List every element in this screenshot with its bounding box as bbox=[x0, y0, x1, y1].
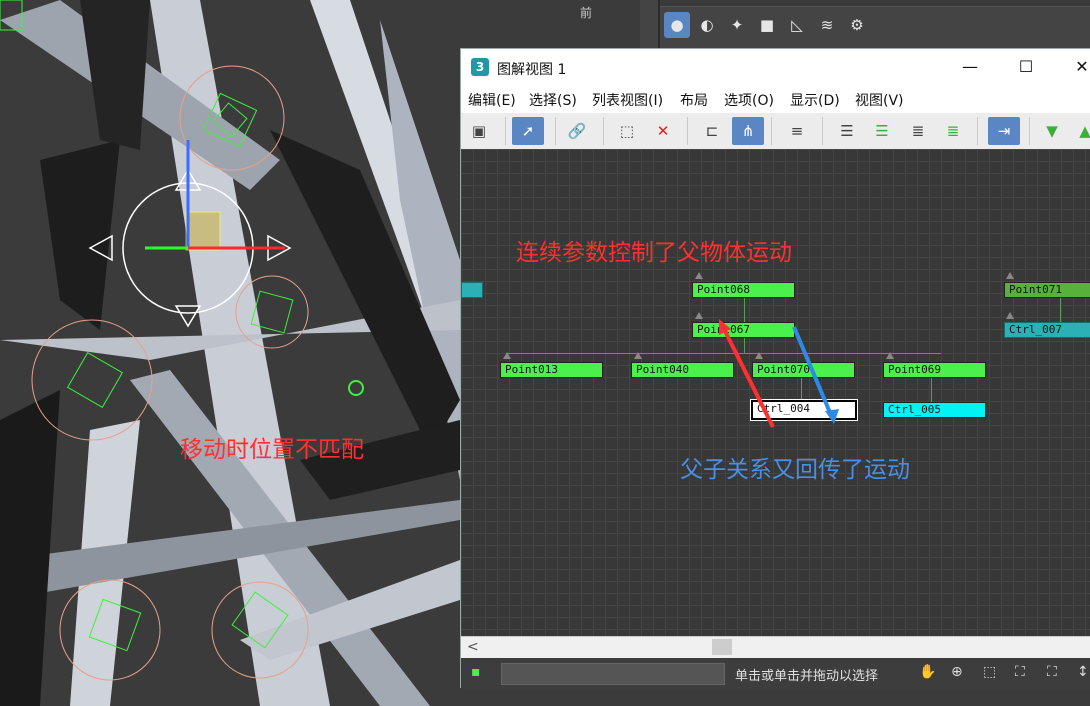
title-bar[interactable]: 3 图解视图 1 — ☐ ✕ bbox=[461, 49, 1090, 87]
align-center-icon[interactable]: ☰ bbox=[866, 117, 898, 145]
light-icon[interactable]: ✦ bbox=[724, 12, 750, 38]
zoom-region-icon[interactable]: ⬚ bbox=[983, 664, 996, 680]
scroll-left-icon[interactable]: < bbox=[467, 639, 479, 655]
schematic-canvas[interactable]: Point068 Point071 Point067 Ctrl_007 Poin… bbox=[461, 149, 1090, 636]
pan-hand-icon[interactable]: ✋ bbox=[919, 664, 936, 680]
camera-icon[interactable]: ■ bbox=[754, 12, 780, 38]
toolbar-separator bbox=[1029, 117, 1030, 145]
menu-select[interactable]: 选择(S) bbox=[529, 90, 577, 110]
align-right-icon[interactable]: ≣ bbox=[902, 117, 934, 145]
toolbar-separator bbox=[822, 117, 823, 145]
viewcube-label: 前 bbox=[580, 6, 593, 20]
align-bottom-icon[interactable]: ≣ bbox=[937, 117, 969, 145]
hierarchy-mode-icon[interactable]: ⊏ bbox=[696, 117, 728, 145]
menu-bar: 编辑(E) 选择(S) 列表视图(I) 布局 选项(O) 显示(D) 视图(V) bbox=[461, 87, 1090, 113]
red-arrow bbox=[721, 326, 775, 428]
annotation-feedback: 父子关系又回传了运动 bbox=[680, 457, 910, 483]
menu-list-views[interactable]: 列表视图(I) bbox=[592, 90, 663, 110]
status-node-icon[interactable]: ▪ bbox=[471, 664, 481, 680]
toolbar: ▣ ➚ 🔗 ⬚ ✕ ⊏ ⋔ ≡ ☰ ☰ ≣ ≣ ⇥ ▼ ▲ bbox=[461, 113, 1090, 150]
annotation-arrows bbox=[719, 319, 839, 428]
connect-link-icon[interactable]: 🔗 bbox=[561, 117, 593, 145]
zoom-fit-icon[interactable]: ↕ bbox=[1077, 664, 1089, 680]
horizontal-scrollbar[interactable]: < bbox=[461, 636, 1090, 659]
status-bar: ▪ 单击或单击并拖动以选择 ✋ ⊕ ⬚ ⛶ ⛶ ↕ bbox=[461, 658, 1090, 689]
menu-options[interactable]: 选项(O) bbox=[724, 90, 774, 110]
app-icon: 3 bbox=[471, 58, 489, 76]
close-button[interactable]: ✕ bbox=[1067, 55, 1090, 79]
menu-display[interactable]: 显示(D) bbox=[790, 90, 840, 110]
menu-layout[interactable]: 布局 bbox=[680, 90, 708, 110]
annotation-parent-motion: 连续参数控制了父物体运动 bbox=[516, 240, 792, 266]
blue-arrow bbox=[792, 326, 833, 416]
delete-icon[interactable]: ✕ bbox=[647, 117, 679, 145]
helper-icon[interactable]: ◺ bbox=[784, 12, 810, 38]
viewcube[interactable]: 前 bbox=[580, 4, 630, 30]
panel-divider bbox=[660, 0, 1090, 7]
toolbar-separator bbox=[505, 117, 506, 145]
arrange-children-icon[interactable]: ⇥ bbox=[988, 117, 1020, 145]
collapse-icon[interactable]: ▼ bbox=[1036, 117, 1068, 145]
display-floater-icon[interactable]: ▣ bbox=[463, 117, 495, 145]
menu-view[interactable]: 视图(V) bbox=[855, 90, 904, 110]
toolbar-separator bbox=[977, 117, 978, 145]
panel-separator bbox=[658, 0, 660, 48]
annotation-position-mismatch: 移动时位置不匹配 bbox=[180, 437, 364, 463]
unlink-icon[interactable]: ⬚ bbox=[611, 117, 643, 145]
zoom-selected-icon[interactable]: ⛶ bbox=[1047, 664, 1057, 680]
align-left-icon[interactable]: ☰ bbox=[831, 117, 863, 145]
blue-arrow-head bbox=[825, 409, 839, 424]
expand-icon[interactable]: ▲ bbox=[1069, 117, 1090, 145]
toolbar-separator bbox=[555, 117, 556, 145]
toolbar-separator bbox=[603, 117, 604, 145]
zoom-icon[interactable]: ⊕ bbox=[951, 664, 963, 680]
toolbar-separator bbox=[771, 117, 772, 145]
maximize-button[interactable]: ☐ bbox=[1011, 55, 1041, 79]
systems-icon[interactable]: ⚙ bbox=[844, 12, 870, 38]
status-text: 单击或单击并拖动以选择 bbox=[735, 669, 879, 684]
references-mode-icon[interactable]: ⋔ bbox=[732, 117, 764, 145]
spacewarp-icon[interactable]: ≋ bbox=[814, 12, 840, 38]
zoom-extents-icon[interactable]: ⛶ bbox=[1015, 664, 1025, 680]
select-cursor-icon[interactable]: ➚ bbox=[512, 117, 544, 145]
schematic-view-window: 3 图解视图 1 — ☐ ✕ 编辑(E) 选择(S) 列表视图(I) 布局 选项… bbox=[460, 48, 1090, 689]
sphere-icon[interactable]: ● bbox=[664, 12, 690, 38]
toolbar-separator bbox=[687, 117, 688, 145]
align-icon[interactable]: ≡ bbox=[781, 117, 813, 145]
command-panel-strip: ● ◐ ✦ ■ ◺ ≋ ⚙ bbox=[640, 0, 1090, 48]
search-field[interactable] bbox=[501, 663, 725, 685]
menu-edit[interactable]: 编辑(E) bbox=[468, 90, 516, 110]
scroll-thumb[interactable] bbox=[712, 639, 732, 655]
window-title: 图解视图 1 bbox=[497, 62, 567, 78]
shapes-icon[interactable]: ◐ bbox=[694, 12, 720, 38]
minimize-button[interactable]: — bbox=[955, 55, 985, 79]
